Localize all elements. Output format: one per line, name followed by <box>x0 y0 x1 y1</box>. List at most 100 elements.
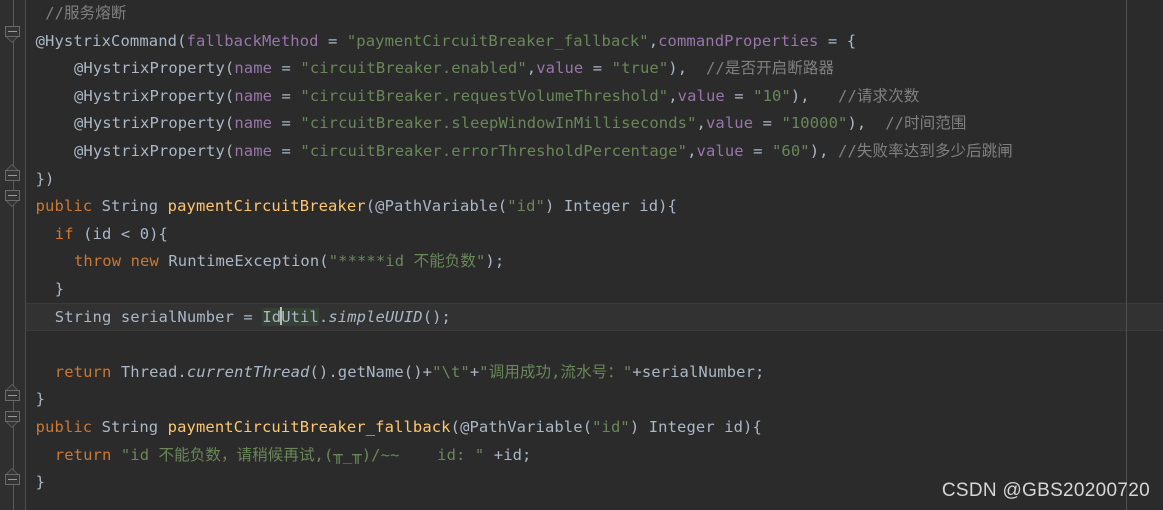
code-token: "circuitBreaker.requestVolumeThreshold" <box>300 86 669 105</box>
code-token: ); <box>485 252 505 271</box>
code-token: , <box>526 59 537 78</box>
code-token: "调用成功,流水号：" <box>479 362 633 381</box>
code-line[interactable]: @HystrixProperty(name = "circuitBreaker.… <box>26 110 1163 138</box>
fold-marker-hystrix-command-end[interactable] <box>5 164 22 181</box>
code-token: name <box>234 141 273 160</box>
code-token: ( <box>497 197 508 216</box>
code-token: name <box>234 86 273 105</box>
code-line[interactable]: @HystrixProperty(name = "circuitBreaker.… <box>26 138 1163 166</box>
code-token: name <box>234 114 273 133</box>
code-token: Thread <box>120 362 178 381</box>
code-line[interactable]: } <box>26 386 1163 414</box>
code-token: value <box>536 59 584 78</box>
code-line[interactable]: @HystrixCommand(fallbackMethod = "paymen… <box>26 28 1163 56</box>
code-line[interactable]: //服务熔断 <box>26 0 1163 28</box>
code-editor[interactable]: //服务熔断 @HystrixCommand(fallbackMethod = "… <box>0 0 1163 510</box>
code-token-caret[interactable]: IdUtil <box>262 306 319 326</box>
code-token: } <box>35 390 46 409</box>
code-token: ), <box>809 141 829 160</box>
code-token: = <box>583 59 612 78</box>
code-token: ( <box>224 114 235 133</box>
code-token: currentThread <box>186 362 310 381</box>
code-token: "60" <box>772 141 810 160</box>
code-token: = <box>272 59 301 78</box>
code-token: ( <box>319 252 329 271</box>
code-token: . <box>318 307 329 326</box>
code-token: public <box>35 417 93 436</box>
code-token: @HystrixProperty <box>74 59 225 78</box>
code-token: ( <box>177 31 187 50</box>
fold-marker-fallback-start[interactable] <box>5 411 22 428</box>
collapse-dash-icon <box>8 175 17 176</box>
code-token: "10000" <box>781 114 848 133</box>
code-token: paymentCircuitBreaker <box>167 197 366 216</box>
code-line[interactable]: public String paymentCircuitBreaker (@Pat… <box>26 193 1163 221</box>
code-token: name <box>234 59 273 78</box>
code-token: id){ <box>629 197 678 216</box>
code-token: ), <box>847 114 867 133</box>
code-token: . <box>177 362 187 381</box>
code-token: "id 不能负数，请稍候再试,(╥_╥)/~~ id: " <box>120 445 485 464</box>
code-token: //服务熔断 <box>45 4 127 22</box>
code-line[interactable]: @HystrixProperty(name = "circuitBreaker.… <box>26 83 1163 111</box>
code-line[interactable]: }) <box>26 166 1163 194</box>
code-token: @HystrixProperty <box>74 141 225 160</box>
fold-region-line <box>13 0 14 510</box>
code-token: return <box>54 362 112 381</box>
code-token: "10" <box>753 86 791 105</box>
collapse-dash-icon <box>8 31 17 32</box>
code-token: @HystrixProperty <box>74 86 225 105</box>
code-token: , <box>648 31 659 50</box>
code-line[interactable]: public String paymentCircuitBreaker_fall… <box>26 414 1163 442</box>
code-token: "id" <box>507 197 545 216</box>
fold-marker-method-end[interactable] <box>5 384 22 401</box>
code-token: //请求次数 <box>809 86 920 105</box>
code-lines[interactable]: //服务熔断 @HystrixCommand(fallbackMethod = "… <box>26 0 1163 497</box>
code-token: (id < 0){ <box>73 224 168 243</box>
code-token: = { <box>818 31 857 50</box>
code-token: //失败率达到多少后跳闸 <box>828 141 1013 160</box>
code-token: String <box>54 307 112 326</box>
code-token: ), <box>790 86 810 105</box>
code-token: } <box>54 279 65 298</box>
code-token: @PathVariable <box>375 197 498 216</box>
code-token: return <box>54 445 112 464</box>
code-token: fallbackMethod <box>186 31 319 50</box>
code-line[interactable]: } <box>26 276 1163 304</box>
code-line[interactable]: String serialNumber = IdUtil.simpleUUID(… <box>26 304 1163 332</box>
code-line[interactable]: throw new RuntimeException("*****id 不能负数… <box>26 248 1163 276</box>
code-token: new <box>130 252 159 271</box>
code-token: , <box>696 114 706 133</box>
code-token: "*****id 不能负数" <box>328 252 486 271</box>
code-token: "true" <box>611 59 669 78</box>
code-line[interactable] <box>26 331 1163 359</box>
code-token: + <box>469 362 480 381</box>
code-token: = <box>318 31 347 50</box>
code-token: Integer <box>648 417 715 436</box>
code-line[interactable]: if (id < 0){ <box>26 221 1163 249</box>
code-token: ) <box>544 197 564 216</box>
code-token: ( <box>450 417 461 436</box>
code-token: RuntimeException <box>168 252 320 271</box>
collapse-dash-icon <box>8 195 17 196</box>
code-line[interactable]: return Thread.currentThread().getName()+… <box>26 359 1163 387</box>
fold-marker-hystrix-command-start[interactable] <box>5 26 22 43</box>
code-token: Integer <box>563 197 630 216</box>
code-token: String <box>101 197 159 216</box>
code-text-area[interactable]: //服务熔断 @HystrixCommand(fallbackMethod = "… <box>26 0 1163 510</box>
code-line[interactable]: return "id 不能负数，请稍候再试,(╥_╥)/~~ id: " +id… <box>26 442 1163 470</box>
code-token: = <box>743 141 772 160</box>
fold-marker-method-start[interactable] <box>5 190 22 207</box>
code-token: +id; <box>484 445 532 464</box>
code-token: throw <box>74 252 122 271</box>
code-line[interactable]: @HystrixProperty(name = "circuitBreaker.… <box>26 55 1163 83</box>
code-token: ( <box>582 417 593 436</box>
fold-marker-fallback-end[interactable] <box>5 468 22 485</box>
code-token: }) <box>35 169 55 188</box>
code-token: //是否开启断路器 <box>687 59 835 78</box>
code-token: public <box>35 197 93 216</box>
collapse-dash-icon <box>8 416 17 417</box>
